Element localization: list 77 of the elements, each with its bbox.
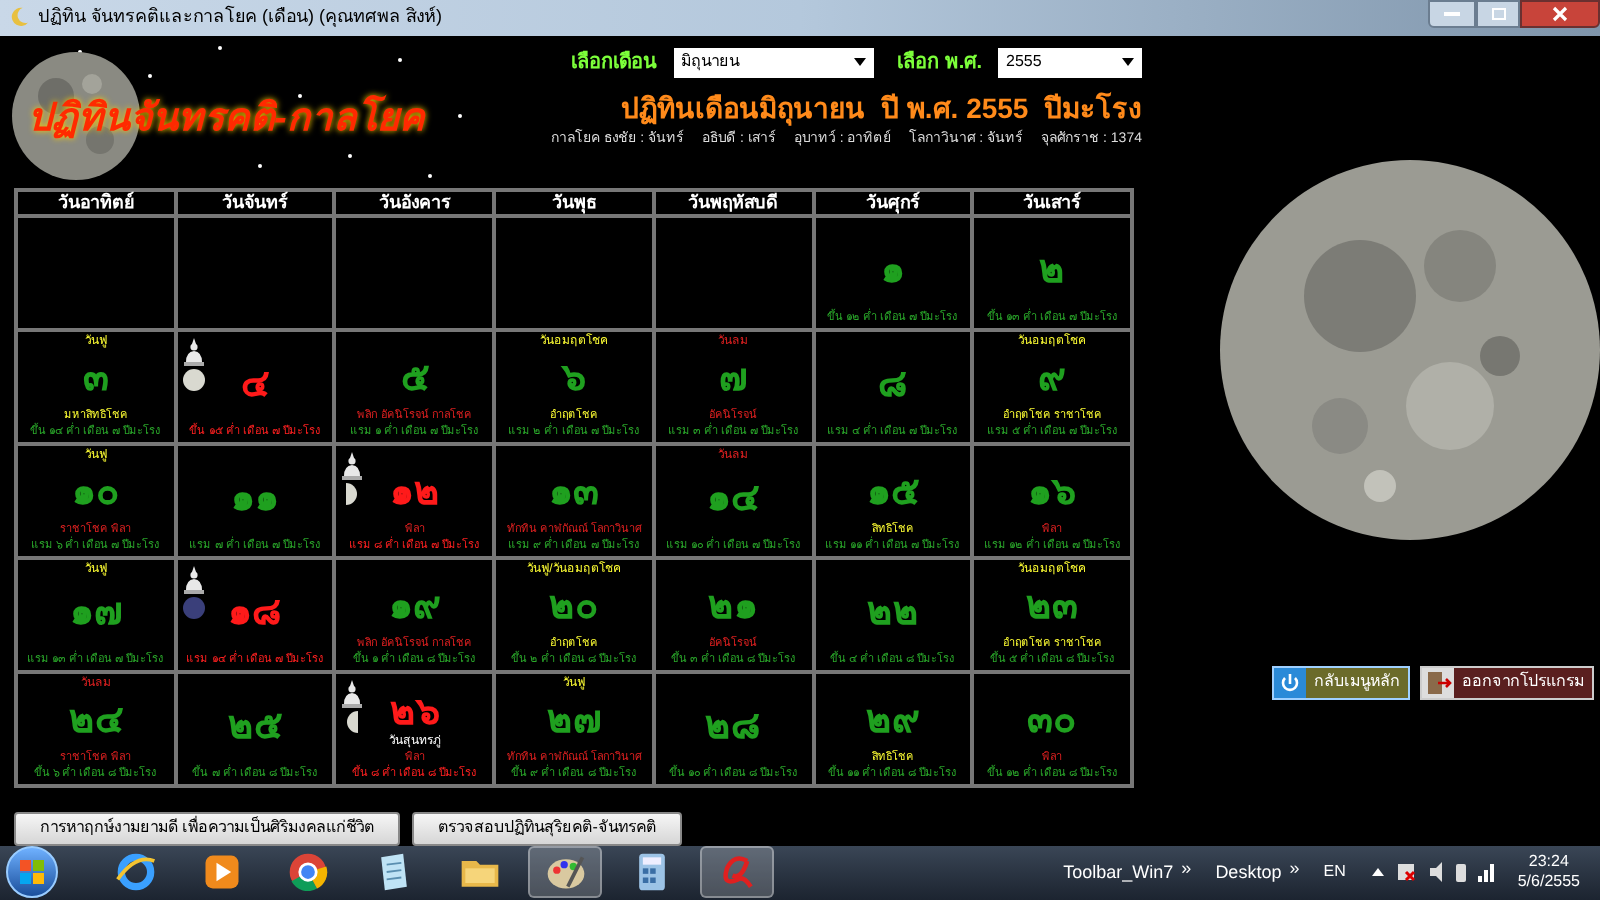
day-number: ๓ xyxy=(82,359,109,400)
day-number: ๒๗ xyxy=(546,701,601,742)
power-icon xyxy=(1274,667,1306,698)
day-number: ๒ xyxy=(1039,252,1066,293)
day-number: ๖ xyxy=(561,359,586,400)
day-number: ๒๐ xyxy=(548,587,599,628)
moon-icon xyxy=(346,709,359,734)
exit-button[interactable]: ออกจากโปรแกรม xyxy=(1420,665,1594,700)
taskbar-app[interactable] xyxy=(528,846,602,899)
home-button[interactable]: กลับเมนูหลัก xyxy=(1272,665,1410,700)
statue-icon xyxy=(181,337,206,366)
day-number: ๑๒ xyxy=(389,473,440,514)
day-number: ๒๔ xyxy=(68,701,123,742)
weekday-header: วันจันทร์ xyxy=(175,189,335,216)
toolbar-label[interactable]: Desktop xyxy=(1215,859,1282,887)
weekday-header: วันอังคาร xyxy=(334,189,495,216)
statue-icon xyxy=(340,679,365,708)
day-number: ๗ xyxy=(719,359,748,400)
moon-icon xyxy=(346,481,359,506)
caret-icon xyxy=(1122,58,1134,67)
action-button[interactable]: ตรวจสอบปฏิทินสุริยคติ-จันทรคติ xyxy=(412,811,682,846)
day-number: ๑๕ xyxy=(866,473,919,514)
month-heading: ปฏิทินเดือนมิถุนายน ปี พ.ศ. 2555 ปีมะโรง xyxy=(621,89,1142,126)
day-number: ๑๓ xyxy=(548,473,599,514)
logo-text: ปฏิทินจันทรคติ-กาลโยค xyxy=(28,95,425,144)
close-button[interactable] xyxy=(1520,0,1600,28)
moon-icon xyxy=(8,6,30,29)
day-number: ๘ xyxy=(877,366,908,407)
month-dropdown[interactable]: มิถุนายน xyxy=(673,47,874,78)
weekday-header: วันเสาร์ xyxy=(972,189,1132,216)
moon-icon xyxy=(181,595,206,620)
day-number: ๒๓ xyxy=(1026,587,1079,628)
weekday-header: วันพุธ xyxy=(494,189,654,216)
day-number: ๒๑ xyxy=(708,587,759,628)
clock-time[interactable]: 23:24 xyxy=(1528,852,1569,873)
maximize-button[interactable] xyxy=(1476,0,1520,28)
weekday-header: วันอาทิตย์ xyxy=(16,189,176,216)
day-number: ๑๐ xyxy=(71,473,120,514)
day-number: ๙ xyxy=(1038,359,1067,400)
statue-icon xyxy=(340,451,365,480)
day-number: ๑ xyxy=(880,252,905,293)
day-number: ๑๘ xyxy=(228,594,283,635)
day-number: ๒๕ xyxy=(228,708,283,749)
caret-icon xyxy=(853,58,866,67)
minimize-button[interactable] xyxy=(1428,0,1476,28)
day-number: ๔ xyxy=(241,366,270,407)
day-number: ๒๙ xyxy=(865,701,920,742)
day-number: ๑๑ xyxy=(231,480,280,521)
chevron-icon[interactable]: » xyxy=(1289,859,1300,876)
day-number: ๒๘ xyxy=(705,708,762,749)
weekday-header: วันพฤหัสบดี xyxy=(653,189,814,216)
day-number: ๑๗ xyxy=(69,594,122,635)
statue-icon xyxy=(181,565,206,594)
day-number: ๒๒ xyxy=(866,594,919,635)
weekday-header: วันศุกร์ xyxy=(813,189,973,216)
chrome-icon xyxy=(285,850,329,895)
window-title: ปฏิทิน จันทรคติและกาลโยค (เดือน) (คุณทศพล สิงห์) xyxy=(38,4,442,31)
action-button[interactable]: การหาฤกษ์งามยามดี เพื่อความเป็นศิริมงคลแก่ชีวิต xyxy=(14,811,401,846)
day-number: ๒๖ xyxy=(389,693,440,734)
year-label: เลือก พ.ศ. xyxy=(897,48,982,78)
close-icon xyxy=(1552,6,1568,22)
exit-icon xyxy=(1422,667,1454,698)
year-dropdown[interactable]: 2555 xyxy=(998,47,1142,78)
chevron-icon[interactable]: » xyxy=(1181,859,1192,876)
toolbar-label[interactable]: Toolbar_Win7 xyxy=(1063,859,1174,887)
month-label: เลือกเดือน xyxy=(571,48,658,78)
day-number: ๓๐ xyxy=(1027,701,1078,742)
clock-date[interactable]: 5/6/2555 xyxy=(1517,872,1580,893)
day-number: ๕ xyxy=(400,359,429,400)
start-button[interactable] xyxy=(6,846,58,899)
browser-icon xyxy=(113,850,157,895)
language-indicator[interactable]: EN xyxy=(1323,860,1346,885)
moon-icon xyxy=(181,367,206,392)
day-number: ๑๔ xyxy=(707,480,760,521)
day-number: ๑๖ xyxy=(1028,473,1077,514)
day-number: ๑๙ xyxy=(388,587,441,628)
windows-logo-icon xyxy=(20,860,44,885)
